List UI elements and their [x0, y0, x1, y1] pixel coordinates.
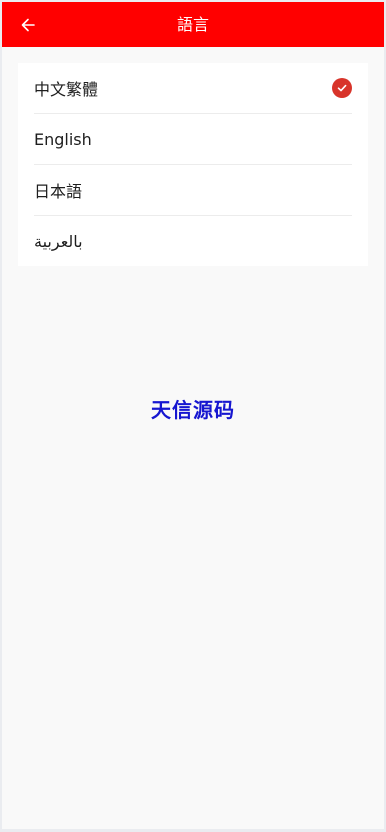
- page-title: 語言: [176, 15, 209, 34]
- language-label: 日本語: [34, 182, 83, 201]
- language-label: 中文繁體: [34, 80, 99, 99]
- check-circle-icon: [332, 78, 352, 98]
- language-label: بالعربية: [34, 231, 83, 251]
- language-label: English: [34, 129, 92, 149]
- language-option-english[interactable]: English: [34, 114, 352, 165]
- top-bar: 語言: [2, 2, 384, 47]
- language-option-chinese-traditional[interactable]: 中文繁體: [34, 63, 352, 114]
- language-option-arabic[interactable]: بالعربية: [34, 216, 352, 266]
- language-list: 中文繁體 English 日本語 بالعربية: [18, 63, 368, 266]
- watermark-text: 天信源码: [151, 398, 235, 422]
- language-screen: 語言 中文繁體 English 日本語 بالعربية 天信源码: [2, 2, 384, 829]
- language-option-japanese[interactable]: 日本語: [34, 165, 352, 216]
